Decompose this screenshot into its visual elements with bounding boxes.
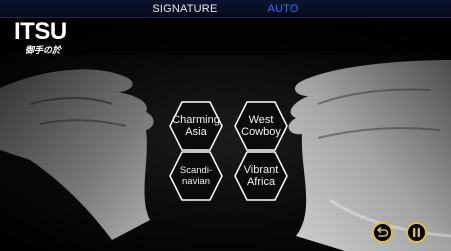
program-label-line2: navian — [182, 176, 210, 187]
massage-screen: SIGNATURE AUTO ITSU 御手の於 Charming Asia W… — [0, 0, 451, 251]
program-vibrant-africa-button[interactable]: Vibrant Africa — [234, 151, 288, 201]
back-button[interactable] — [372, 222, 393, 243]
program-label: Vibrant Africa — [234, 151, 288, 201]
program-label-line1: Charming — [172, 114, 220, 126]
mode-tab-bar: SIGNATURE AUTO — [0, 0, 451, 18]
return-arrow-icon — [377, 227, 389, 237]
program-label-line2: Cowboy — [241, 126, 281, 138]
program-west-cowboy-button[interactable]: West Cowboy — [234, 101, 288, 151]
itsu-logo: ITSU 御手の於 — [14, 18, 67, 57]
tab-auto[interactable]: AUTO — [268, 3, 299, 15]
program-label: Scandi- navian — [169, 151, 223, 201]
program-scandinavian-button[interactable]: Scandi- navian — [169, 151, 223, 201]
pause-icon — [413, 228, 420, 237]
program-charming-asia-button[interactable]: Charming Asia — [169, 101, 223, 151]
program-label-line2: Asia — [185, 126, 207, 138]
tab-signature[interactable]: SIGNATURE — [152, 3, 217, 15]
hands-background-image — [0, 0, 451, 251]
program-label: West Cowboy — [234, 101, 288, 151]
program-label-line1: West — [248, 114, 274, 126]
pause-button[interactable] — [406, 222, 427, 243]
program-label-line2: Africa — [246, 176, 276, 188]
program-label-line1: Vibrant — [243, 164, 279, 176]
logo-subtitle: 御手の於 — [25, 46, 62, 56]
logo-wordmark: ITSU — [14, 18, 67, 45]
program-label-line1: Scandi- — [179, 165, 213, 176]
program-label: Charming Asia — [169, 101, 223, 151]
